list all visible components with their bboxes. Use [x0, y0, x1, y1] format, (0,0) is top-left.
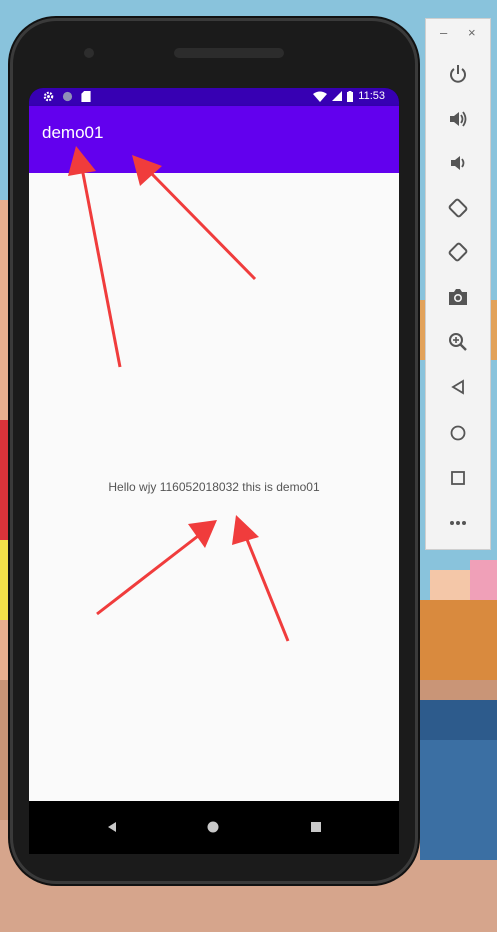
- zoom-icon: [449, 333, 467, 351]
- back-icon: [451, 379, 464, 395]
- volume-down-button[interactable]: [445, 150, 471, 176]
- more-button[interactable]: [445, 510, 471, 536]
- more-icon: [450, 521, 466, 525]
- overview-button[interactable]: [445, 465, 471, 491]
- screenshot-button[interactable]: [445, 284, 471, 310]
- circle-notification-icon: [62, 91, 73, 102]
- power-icon: [450, 65, 466, 83]
- emulator-control-panel: – ×: [425, 18, 491, 550]
- rotate-right-button[interactable]: [445, 239, 471, 265]
- screenshot-icon: [449, 289, 467, 305]
- volume-up-button[interactable]: [445, 106, 471, 132]
- settings-icon: [43, 91, 54, 102]
- nav-home-icon[interactable]: [207, 821, 219, 833]
- signal-icon: [332, 91, 343, 101]
- front-camera: [84, 48, 94, 58]
- rotate-left-icon: [448, 198, 468, 218]
- app-bar: demo01: [29, 106, 399, 173]
- battery-icon: [347, 90, 354, 102]
- back-button[interactable]: [445, 374, 471, 400]
- main-content: Hello wjy 116052018032 this is demo01: [29, 173, 399, 801]
- status-bar: 11:53: [29, 88, 399, 106]
- zoom-button[interactable]: [445, 329, 471, 355]
- minimize-button[interactable]: –: [440, 25, 447, 40]
- hello-text: Hello wjy 116052018032 this is demo01: [108, 480, 320, 494]
- phone-frame: 11:53 demo01 Hello wjy 116052018032 this…: [10, 18, 418, 884]
- status-time: 11:53: [358, 90, 385, 102]
- home-button[interactable]: [445, 420, 471, 446]
- phone-screen: 11:53 demo01 Hello wjy 116052018032 this…: [29, 88, 399, 854]
- nav-back-icon[interactable]: [106, 821, 118, 833]
- volume-up-icon: [450, 111, 467, 127]
- rotate-left-button[interactable]: [445, 195, 471, 221]
- power-button[interactable]: [445, 61, 471, 87]
- rotate-right-icon: [448, 242, 468, 262]
- earpiece-speaker: [174, 48, 284, 58]
- app-title: demo01: [42, 123, 104, 142]
- home-icon: [450, 425, 466, 441]
- volume-down-icon: [451, 156, 465, 170]
- close-button[interactable]: ×: [468, 25, 476, 40]
- sd-card-icon: [81, 91, 91, 102]
- overview-icon: [451, 471, 465, 485]
- nav-overview-icon[interactable]: [310, 821, 322, 833]
- navigation-bar: [29, 801, 399, 854]
- wifi-icon: [313, 91, 328, 102]
